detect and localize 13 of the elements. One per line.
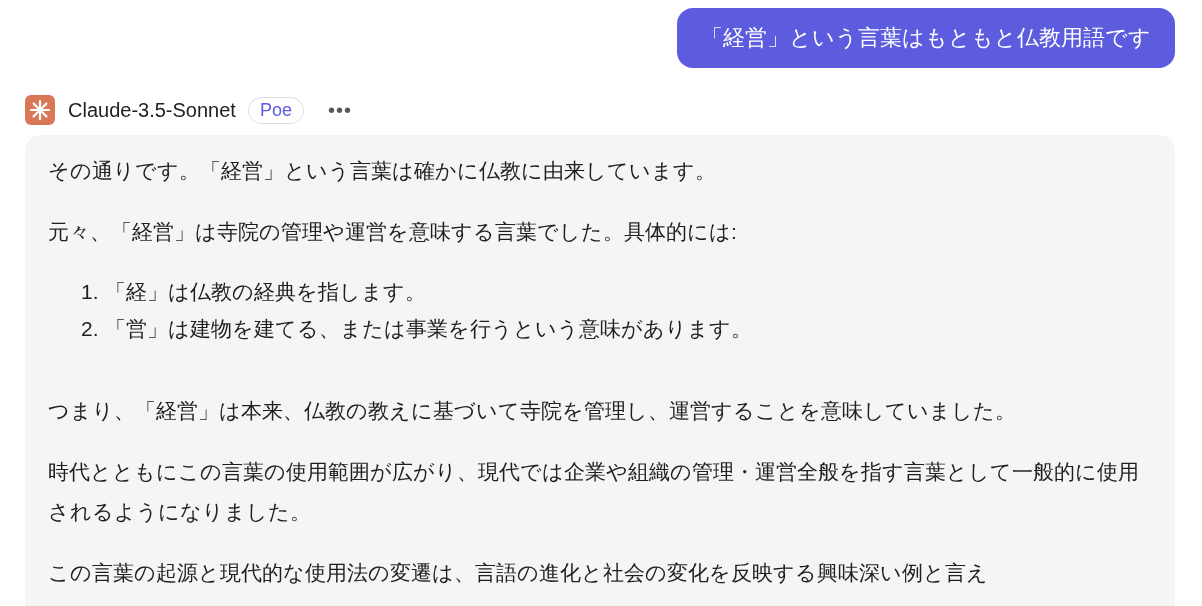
list-item-text: 「営」は建物を建てる、または事業を行うという意味があります。	[105, 316, 752, 342]
message-paragraph: その通りです。「経営」という言葉は確かに仏教に由来しています。	[48, 158, 717, 184]
message-paragraph: つまり、「経営」は本来、仏教の教えに基づいて寺院を管理し、運営することを意味していました。	[48, 398, 1017, 424]
message-paragraph: 時代とともにこの言葉の使用範囲が広がり、現代では企業や組織の管理・運営全般を指す言葉として一般的に使用されるようになりました。	[48, 459, 1140, 525]
more-options-button[interactable]: •••	[321, 98, 358, 122]
list-number: 2.	[81, 316, 100, 342]
message-paragraph: 元々、「経営」は寺院の管理や運営を意味する言葉でした。具体的には:	[48, 219, 738, 245]
bot-name: Claude-3.5-Sonnet	[68, 98, 236, 122]
list-item-text: 「経」は仏教の経典を指します。	[105, 279, 426, 305]
user-message: 「経営」という言葉はもともと仏教用語です	[677, 8, 1175, 68]
bot-avatar-icon	[25, 95, 55, 125]
list-number: 1.	[81, 279, 100, 305]
message-paragraph: この言葉の起源と現代的な使用法の変遷は、言語の進化と社会の変化を反映する興味深い例と言え	[48, 560, 989, 586]
